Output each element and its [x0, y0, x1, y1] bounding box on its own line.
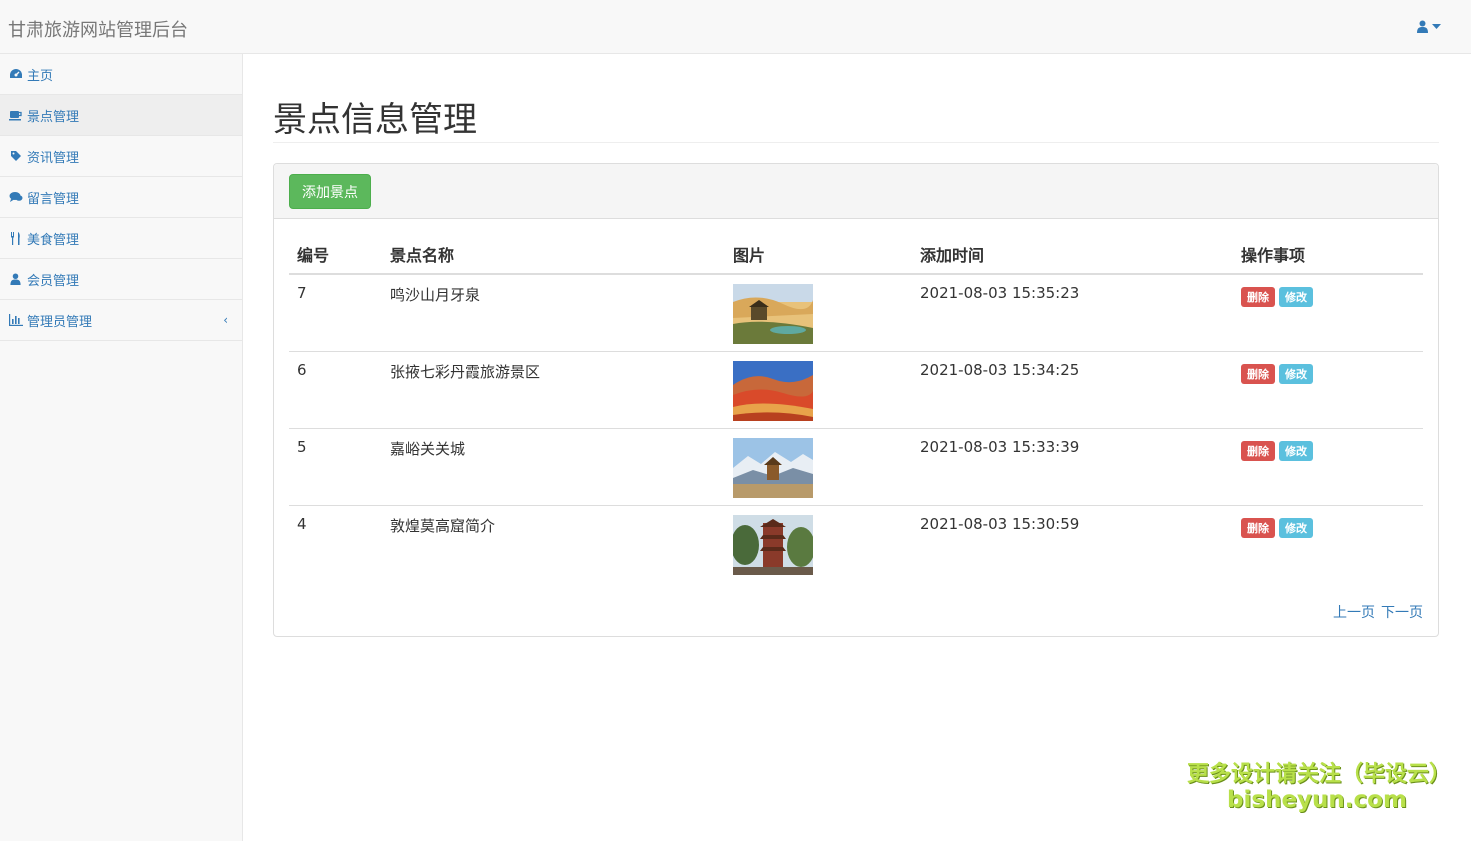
cell-name: 张掖七彩丹霞旅游景区 — [382, 351, 725, 429]
edit-button[interactable]: 修改 — [1279, 287, 1313, 307]
sidebar-item-members[interactable]: 会员管理 — [0, 259, 242, 300]
sidebar: 主页 景点管理 资讯管理 留言管理 美食管理 会员管理 管理员管理 ‹ — [0, 54, 243, 841]
page-title: 景点信息管理 — [273, 100, 477, 140]
sidebar-item-label: 主页 — [27, 68, 54, 84]
cell-time: 2021-08-03 15:33:39 — [912, 428, 1233, 506]
scenic-panel: 添加景点 编号 景点名称 图片 添加时间 操作事项 7 鸣沙山月牙泉 2021-… — [273, 163, 1439, 637]
user-icon — [8, 272, 23, 286]
cell-time: 2021-08-03 15:30:59 — [920, 514, 1080, 533]
sidebar-item-scenic[interactable]: 景点管理 — [0, 95, 242, 136]
col-header-actions: 操作事项 — [1233, 234, 1423, 275]
cell-image — [725, 274, 912, 352]
cell-actions: 删除 修改 — [1233, 274, 1423, 352]
col-header-image: 图片 — [725, 234, 912, 275]
cell-time: 2021-08-03 15:34:25 — [912, 351, 1233, 429]
table-row: 6 张掖七彩丹霞旅游景区 2021-08-03 15:34:25 删除 修改 — [289, 351, 1423, 429]
sidebar-item-food[interactable]: 美食管理 — [0, 218, 242, 259]
cell-image — [725, 505, 912, 582]
sidebar-item-label: 资讯管理 — [27, 150, 80, 166]
edit-button[interactable]: 修改 — [1279, 440, 1313, 461]
panel-heading: 添加景点 — [274, 164, 1438, 219]
cell-id: 7 — [289, 274, 382, 352]
title-divider — [273, 142, 1439, 143]
col-header-name: 景点名称 — [382, 234, 725, 275]
cell-image — [725, 351, 912, 429]
sidebar-item-home[interactable]: 主页 — [0, 54, 242, 95]
cell-image — [725, 428, 912, 506]
delete-button[interactable]: 删除 — [1241, 363, 1275, 384]
col-header-time: 添加时间 — [912, 234, 1233, 275]
table-header-row: 编号 景点名称 图片 添加时间 操作事项 — [289, 234, 1423, 275]
pagination: 上一页 下一页 — [1333, 602, 1423, 622]
scenic-table: 编号 景点名称 图片 添加时间 操作事项 7 鸣沙山月牙泉 2021-08-03… — [289, 234, 1423, 582]
delete-button[interactable]: 删除 — [1241, 440, 1275, 461]
chevron-left-icon[interactable]: ‹ — [223, 313, 228, 327]
edit-button[interactable]: 修改 — [1279, 363, 1313, 384]
cell-actions: 删除 修改 — [1233, 505, 1423, 582]
scenic-thumbnail[interactable] — [733, 514, 813, 575]
table-row: 7 鸣沙山月牙泉 2021-08-03 15:35:23 删除 修改 — [289, 274, 1423, 352]
tag-icon — [8, 149, 23, 163]
cutlery-icon — [8, 231, 23, 245]
sidebar-item-admins[interactable]: 管理员管理 ‹ — [0, 300, 242, 341]
cell-name: 敦煌莫高窟简介 — [390, 516, 496, 535]
col-header-id: 编号 — [289, 234, 382, 275]
bar-chart-icon — [8, 313, 23, 327]
coffee-icon — [8, 108, 23, 122]
dashboard-icon — [8, 67, 23, 81]
scenic-thumbnail[interactable] — [733, 284, 813, 344]
sidebar-item-label: 会员管理 — [27, 273, 80, 289]
watermark-line-2: bisheyun.com — [1227, 787, 1407, 814]
sidebar-item-label: 景点管理 — [27, 109, 80, 125]
sidebar-item-news[interactable]: 资讯管理 — [0, 136, 242, 177]
cell-actions: 删除 修改 — [1233, 428, 1423, 506]
cell-actions: 删除 修改 — [1233, 351, 1423, 429]
delete-button[interactable]: 删除 — [1241, 287, 1275, 307]
watermark: 更多设计请关注（毕设云） bisheyun.com — [1187, 762, 1452, 814]
cell-id: 5 — [289, 428, 382, 506]
add-scenic-button[interactable]: 添加景点 — [289, 174, 371, 209]
scenic-thumbnail[interactable] — [733, 360, 813, 421]
user-menu-toggle[interactable] — [1417, 20, 1441, 33]
sidebar-item-label: 美食管理 — [27, 232, 80, 248]
scenic-thumbnail[interactable] — [733, 437, 813, 498]
cell-id: 4 — [297, 514, 307, 533]
watermark-line-1: 更多设计请关注（毕设云） — [1187, 762, 1452, 787]
sidebar-item-messages[interactable]: 留言管理 — [0, 177, 242, 218]
table-row: 5 嘉峪关关城 2021-08-03 15:33:39 删除 修改 — [289, 428, 1423, 506]
next-page-link[interactable]: 下一页 — [1381, 602, 1423, 622]
caret-down-icon — [1432, 23, 1441, 30]
cell-time: 2021-08-03 15:35:23 — [912, 274, 1233, 352]
delete-button[interactable]: 删除 — [1241, 517, 1275, 538]
cell-name: 鸣沙山月牙泉 — [382, 274, 725, 352]
cell-id: 6 — [289, 351, 382, 429]
main-content: 景点信息管理 添加景点 编号 景点名称 图片 添加时间 操作事项 7 鸣沙山月牙… — [243, 54, 1471, 841]
brand-title[interactable]: 甘肃旅游网站管理后台 — [8, 16, 188, 42]
top-navbar: 甘肃旅游网站管理后台 — [0, 0, 1471, 54]
cell-name: 嘉峪关关城 — [382, 428, 725, 506]
user-icon — [1417, 20, 1428, 33]
edit-button[interactable]: 修改 — [1279, 517, 1313, 538]
comments-icon — [8, 190, 23, 204]
prev-page-link[interactable]: 上一页 — [1333, 602, 1375, 622]
sidebar-item-label: 管理员管理 — [27, 314, 93, 330]
table-row: 4 敦煌莫高窟简介 2021-08-03 15:30:59 删除 修改 — [289, 505, 1423, 582]
sidebar-item-label: 留言管理 — [27, 191, 80, 207]
